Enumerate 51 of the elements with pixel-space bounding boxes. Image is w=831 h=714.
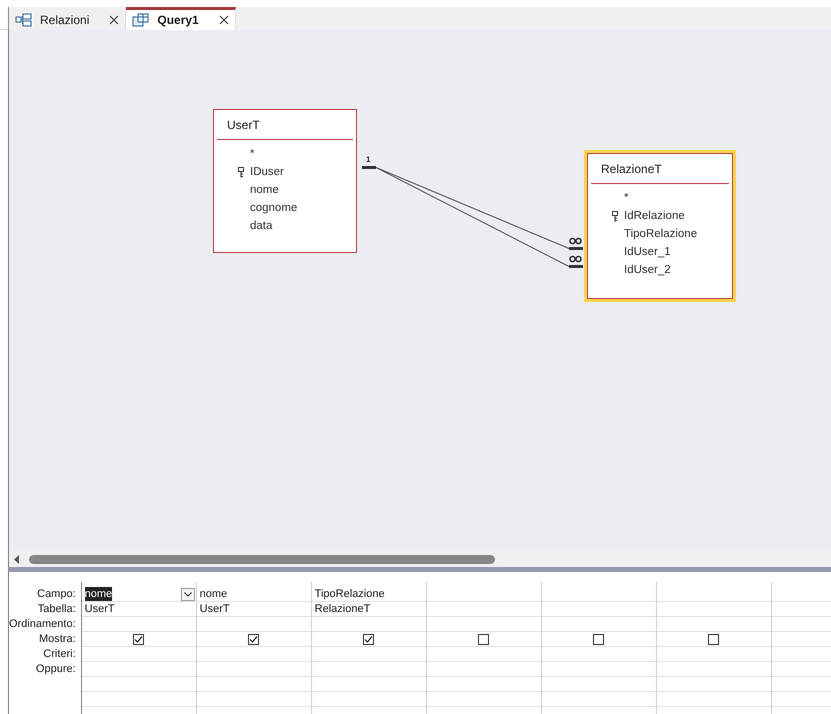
infinity-icon [569,238,582,244]
table-card[interactable]: RelazioneT * IdRelazione TipoRelazione IdUser_1 IdUser_2 [587,153,733,299]
table-card[interactable]: UserT * IDuser nome cognome data [213,109,357,253]
field-name[interactable]: * [624,192,628,204]
cardinality-label: 1 [366,155,370,164]
many-end-bar [569,265,583,268]
field-cell[interactable]: TipoRelazione [314,587,385,601]
field-cell[interactable]: nome [84,587,112,601]
dropdown-button[interactable] [180,588,195,600]
close-icon[interactable] [218,15,229,25]
row-label: Ordinamento: [9,617,77,632]
field-name[interactable]: cognome [250,202,298,214]
query-icon [132,13,150,27]
field-name[interactable]: IdUser_1 [624,246,671,258]
join-line[interactable] [376,167,570,249]
key-icon [238,166,244,178]
table-cell[interactable]: UserT [84,602,115,616]
many-end-bar [569,247,583,250]
chevron-down-icon [184,592,192,596]
tab[interactable]: Query1 [126,7,236,30]
row-label: Campo: [37,587,77,602]
key-icon [612,210,618,222]
infinity-icon [569,256,582,262]
row-label: Tabella: [38,602,77,617]
row-label: Oppure: [36,662,77,677]
relationships-icon [15,13,32,27]
field-name[interactable]: IdRelazione [624,210,685,222]
table-cell[interactable]: RelazioneT [314,602,370,616]
scroll-left-icon[interactable] [13,554,21,564]
close-icon[interactable] [109,15,120,25]
scrollbar-thumb[interactable] [29,554,495,564]
show-checkbox[interactable] [478,634,490,644]
field-name[interactable]: TipoRelazione [624,228,698,240]
table-title: UserT [227,118,260,132]
row-label: Mostra: [38,632,77,647]
one-end-bar [362,166,376,169]
show-checkbox[interactable] [708,634,720,644]
show-checkbox[interactable] [593,634,604,644]
table-title: RelazioneT [601,162,662,176]
show-checkbox[interactable] [363,634,374,644]
field-name[interactable]: data [250,220,272,232]
field-name[interactable]: IdUser_2 [624,264,671,276]
field-name[interactable]: nome [250,184,279,196]
field-cell[interactable]: nome [200,587,228,601]
table-cell[interactable]: UserT [200,602,230,616]
join-line[interactable] [376,167,570,267]
show-checkbox[interactable] [133,634,144,644]
show-checkbox[interactable] [248,634,260,644]
field-name[interactable]: * [250,148,254,160]
row-label: Criteri: [43,647,77,662]
field-name[interactable]: IDuser [250,166,284,178]
